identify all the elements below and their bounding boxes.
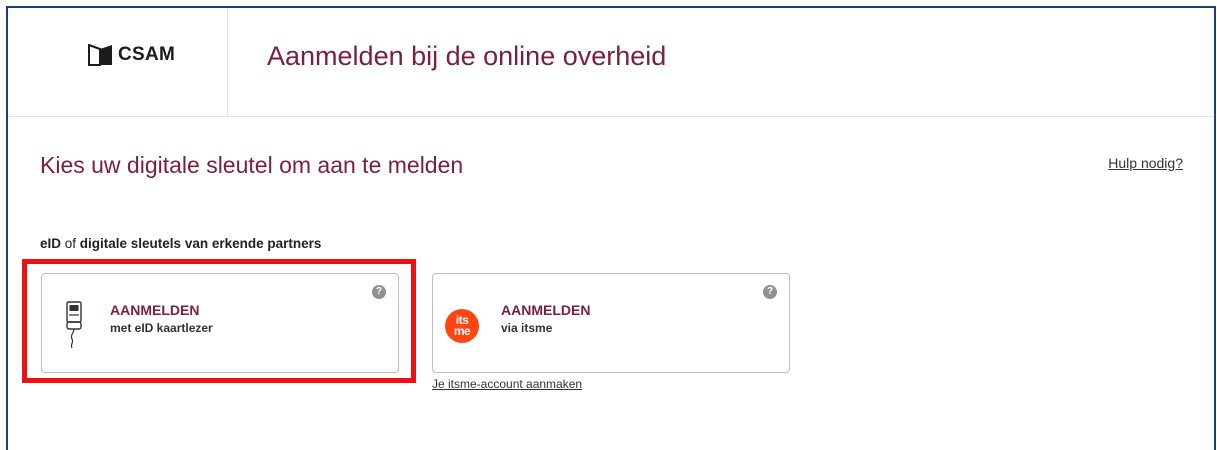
- page-title: Aanmelden bij de online overheid: [267, 41, 667, 71]
- csam-door-icon: [88, 44, 112, 66]
- logo-cell: CSAM: [8, 8, 228, 116]
- itsme-logo-icon: its me: [445, 309, 479, 343]
- logo-text: CSAM: [118, 44, 176, 65]
- itsme-card-title: AANMELDEN: [501, 302, 591, 318]
- itsme-card-subtitle: via itsme: [501, 321, 553, 335]
- highlight-box: [22, 259, 416, 383]
- page-header: CSAM Aanmelden bij de online overheid: [8, 8, 1214, 117]
- csam-logo[interactable]: CSAM: [88, 42, 175, 68]
- section-label-partners: digitale sleutels van erkende partners: [79, 236, 322, 251]
- create-itsme-account-link[interactable]: Je itsme-account aanmaken: [432, 377, 582, 391]
- section-heading: Kies uw digitale sleutel om aan te melde…: [40, 152, 464, 178]
- section-label-eid: eID: [40, 236, 62, 251]
- section-label: eID of digitale sleutels van erkende par…: [40, 236, 321, 251]
- itsme-login-card[interactable]: its me AANMELDEN via itsme ?: [432, 273, 790, 373]
- itsme-logo-me: me: [453, 324, 471, 338]
- question-icon[interactable]: ?: [763, 285, 777, 299]
- help-link[interactable]: Hulp nodig?: [1108, 155, 1183, 171]
- section-label-of: of: [61, 236, 80, 251]
